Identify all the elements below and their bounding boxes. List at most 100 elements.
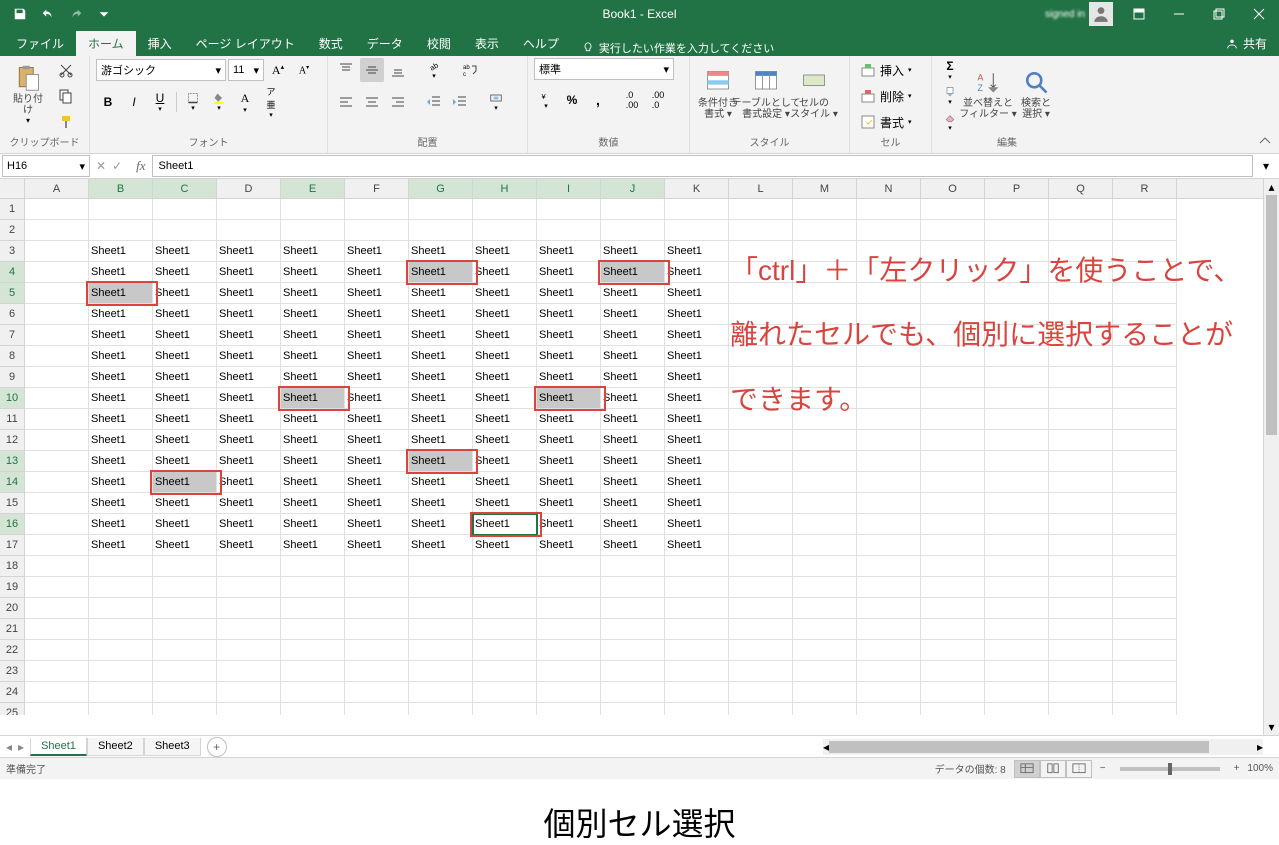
- cell-O17[interactable]: [921, 535, 985, 556]
- cell-N9[interactable]: [857, 367, 921, 388]
- cell-A20[interactable]: [25, 598, 89, 619]
- cell-E18[interactable]: [281, 556, 345, 577]
- cell-Q17[interactable]: [1049, 535, 1113, 556]
- align-top-button[interactable]: [334, 58, 358, 82]
- cell-M3[interactable]: [793, 241, 857, 262]
- cell-L7[interactable]: [729, 325, 793, 346]
- cell-O6[interactable]: [921, 304, 985, 325]
- cell-O20[interactable]: [921, 598, 985, 619]
- cell-L18[interactable]: [729, 556, 793, 577]
- cell-Q16[interactable]: [1049, 514, 1113, 535]
- sheet-tab-Sheet2[interactable]: Sheet2: [87, 738, 144, 756]
- cell-K3[interactable]: Sheet1: [665, 241, 729, 262]
- cell-A10[interactable]: [25, 388, 89, 409]
- cell-R6[interactable]: [1113, 304, 1177, 325]
- row-header-16[interactable]: 16: [0, 514, 24, 535]
- cell-I4[interactable]: Sheet1: [537, 262, 601, 283]
- cell-G7[interactable]: Sheet1: [409, 325, 473, 346]
- cell-D1[interactable]: [217, 199, 281, 220]
- cell-J11[interactable]: Sheet1: [601, 409, 665, 430]
- cell-D9[interactable]: Sheet1: [217, 367, 281, 388]
- cell-B24[interactable]: [89, 682, 153, 703]
- cell-J5[interactable]: Sheet1: [601, 283, 665, 304]
- cell-C23[interactable]: [153, 661, 217, 682]
- cell-H4[interactable]: Sheet1: [473, 262, 537, 283]
- worksheet-grid[interactable]: ABCDEFGHIJKLMNOPQR 123456789101112131415…: [0, 179, 1279, 735]
- formula-bar[interactable]: Sheet1: [152, 155, 1253, 177]
- cell-G21[interactable]: [409, 619, 473, 640]
- cell-P15[interactable]: [985, 493, 1049, 514]
- cell-E6[interactable]: Sheet1: [281, 304, 345, 325]
- col-header-A[interactable]: A: [25, 179, 89, 198]
- cell-H3[interactable]: Sheet1: [473, 241, 537, 262]
- qat-customize[interactable]: [92, 3, 116, 25]
- cell-L8[interactable]: [729, 346, 793, 367]
- cell-R19[interactable]: [1113, 577, 1177, 598]
- cell-D21[interactable]: [217, 619, 281, 640]
- cell-M23[interactable]: [793, 661, 857, 682]
- cell-I22[interactable]: [537, 640, 601, 661]
- cell-N21[interactable]: [857, 619, 921, 640]
- cell-P23[interactable]: [985, 661, 1049, 682]
- col-header-B[interactable]: B: [89, 179, 153, 198]
- redo-button[interactable]: [64, 3, 88, 25]
- scroll-up-button[interactable]: ▴: [1264, 179, 1279, 195]
- cell-P10[interactable]: [985, 388, 1049, 409]
- cell-E1[interactable]: [281, 199, 345, 220]
- col-header-D[interactable]: D: [217, 179, 281, 198]
- cell-M17[interactable]: [793, 535, 857, 556]
- percent-button[interactable]: %: [560, 88, 584, 112]
- cell-C7[interactable]: Sheet1: [153, 325, 217, 346]
- col-header-L[interactable]: L: [729, 179, 793, 198]
- row-header-1[interactable]: 1: [0, 199, 24, 220]
- cell-O1[interactable]: [921, 199, 985, 220]
- cell-A23[interactable]: [25, 661, 89, 682]
- cell-E16[interactable]: Sheet1: [281, 514, 345, 535]
- cell-J15[interactable]: Sheet1: [601, 493, 665, 514]
- row-header-13[interactable]: 13: [0, 451, 24, 472]
- col-header-I[interactable]: I: [537, 179, 601, 198]
- cell-I17[interactable]: Sheet1: [537, 535, 601, 556]
- select-all-button[interactable]: [0, 179, 25, 199]
- cell-R15[interactable]: [1113, 493, 1177, 514]
- cell-B3[interactable]: Sheet1: [89, 241, 153, 262]
- tab-ページ レイアウト[interactable]: ページ レイアウト: [184, 31, 307, 56]
- cancel-formula-button[interactable]: ✕: [96, 159, 106, 173]
- cell-K11[interactable]: Sheet1: [665, 409, 729, 430]
- cell-B1[interactable]: [89, 199, 153, 220]
- cell-L9[interactable]: [729, 367, 793, 388]
- cell-D20[interactable]: [217, 598, 281, 619]
- cell-F20[interactable]: [345, 598, 409, 619]
- cell-B5[interactable]: Sheet1: [89, 283, 153, 304]
- cell-L21[interactable]: [729, 619, 793, 640]
- cell-J20[interactable]: [601, 598, 665, 619]
- cell-P13[interactable]: [985, 451, 1049, 472]
- cell-O4[interactable]: [921, 262, 985, 283]
- cell-P7[interactable]: [985, 325, 1049, 346]
- cell-L1[interactable]: [729, 199, 793, 220]
- cell-J18[interactable]: [601, 556, 665, 577]
- tab-scroll-left-button[interactable]: ◂: [6, 740, 12, 754]
- cell-A15[interactable]: [25, 493, 89, 514]
- cell-B20[interactable]: [89, 598, 153, 619]
- cell-E23[interactable]: [281, 661, 345, 682]
- row-header-6[interactable]: 6: [0, 304, 24, 325]
- cell-O19[interactable]: [921, 577, 985, 598]
- cell-E8[interactable]: Sheet1: [281, 346, 345, 367]
- col-header-F[interactable]: F: [345, 179, 409, 198]
- cell-P22[interactable]: [985, 640, 1049, 661]
- cell-F22[interactable]: [345, 640, 409, 661]
- align-bottom-button[interactable]: [386, 58, 410, 82]
- cell-A19[interactable]: [25, 577, 89, 598]
- cell-G5[interactable]: Sheet1: [409, 283, 473, 304]
- cell-J8[interactable]: Sheet1: [601, 346, 665, 367]
- cell-C1[interactable]: [153, 199, 217, 220]
- cell-M21[interactable]: [793, 619, 857, 640]
- cell-I6[interactable]: Sheet1: [537, 304, 601, 325]
- cell-N7[interactable]: [857, 325, 921, 346]
- cell-Q11[interactable]: [1049, 409, 1113, 430]
- cell-P14[interactable]: [985, 472, 1049, 493]
- cell-H18[interactable]: [473, 556, 537, 577]
- cell-K10[interactable]: Sheet1: [665, 388, 729, 409]
- cell-O22[interactable]: [921, 640, 985, 661]
